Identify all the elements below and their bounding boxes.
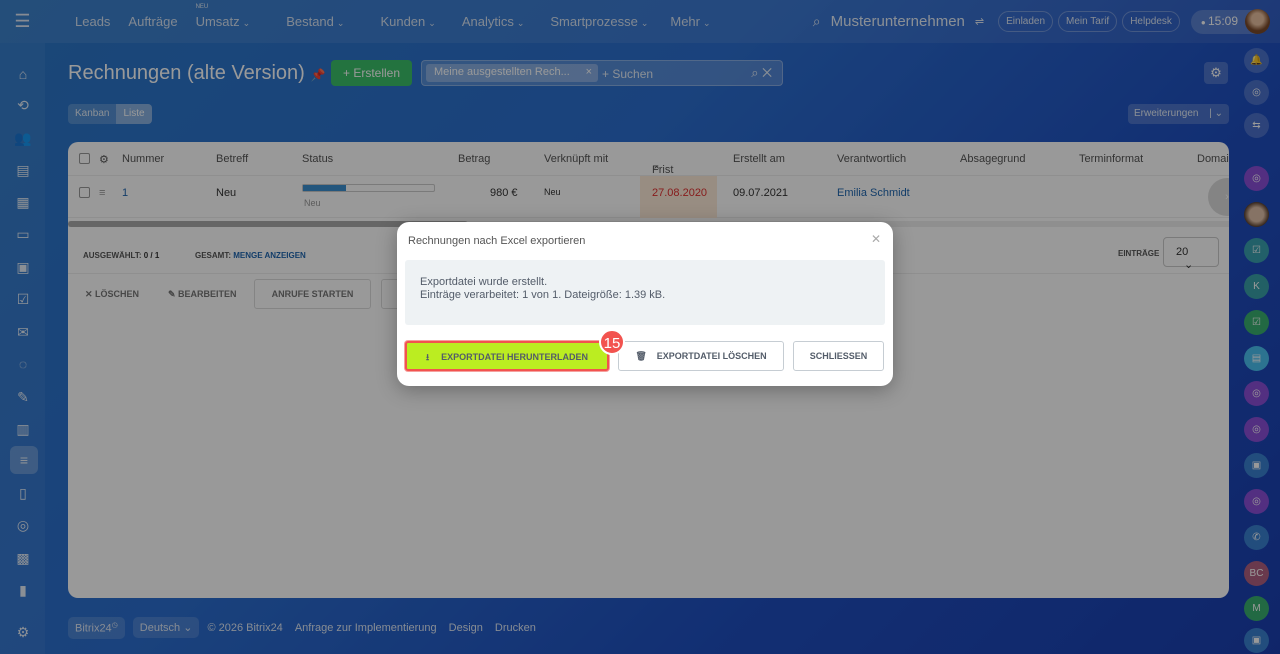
message-line: Einträge verarbeitet: 1 von 1. Dateigröß… bbox=[420, 289, 666, 301]
step-badge: 15 bbox=[599, 329, 625, 355]
dialog-title: Rechnungen nach Excel exportieren bbox=[408, 235, 586, 247]
message-line: Exportdatei wurde erstellt. bbox=[420, 276, 548, 288]
close-dialog-button[interactable]: SCHLIESSEN bbox=[793, 341, 884, 371]
export-dialog: Rechnungen nach Excel exportieren ✕ Expo… bbox=[397, 222, 893, 386]
delete-export-button[interactable]: 🗑 EXPORTDATEI LÖSCHEN bbox=[618, 341, 784, 371]
download-icon: ⭳ bbox=[426, 352, 430, 362]
trash-icon: 🗑 bbox=[635, 351, 647, 361]
download-export-button[interactable]: ⭳ EXPORTDATEI HERUNTERLADEN bbox=[405, 341, 609, 371]
close-icon[interactable]: ✕ bbox=[871, 232, 881, 246]
export-message: Exportdatei wurde erstellt. Einträge ver… bbox=[405, 260, 885, 325]
